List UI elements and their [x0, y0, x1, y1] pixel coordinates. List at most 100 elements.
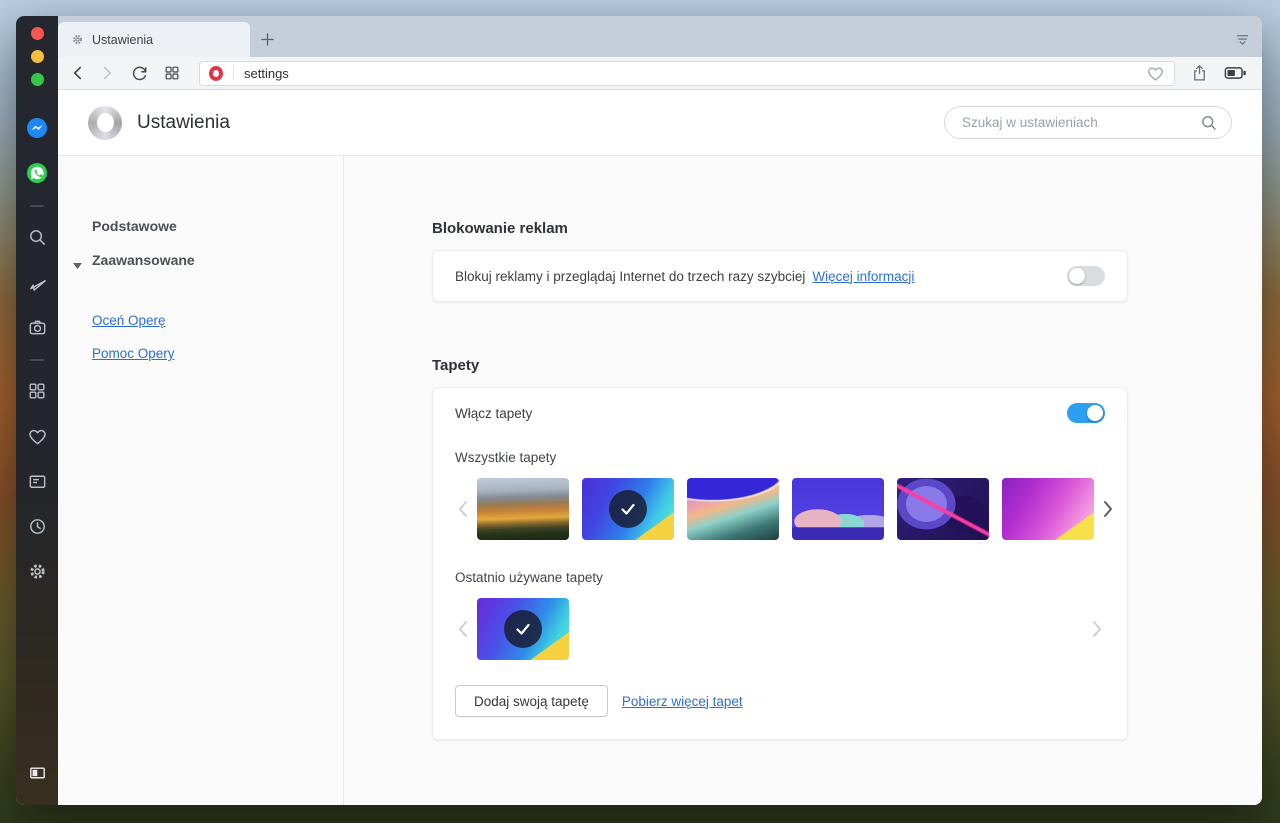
minimize-window-button[interactable] — [31, 50, 44, 63]
navigation-toolbar: settings — [58, 57, 1262, 90]
add-wallpaper-button[interactable]: Dodaj swoją tapetę — [455, 685, 608, 717]
chevron-left-icon — [458, 500, 468, 518]
tab-bar: Ustawienia — [58, 16, 1262, 57]
browser-window: Ustawienia — [16, 16, 1262, 805]
sidebar-setup-icon[interactable] — [26, 761, 48, 783]
toggle-knob — [1087, 405, 1103, 421]
snapshot-camera-icon[interactable] — [26, 316, 48, 338]
sidebar-divider — [30, 205, 44, 207]
heart-bookmark-button[interactable] — [1146, 64, 1165, 83]
toggle-knob — [1069, 268, 1085, 284]
nav-links: Oceń Operę Pomoc Opery — [58, 304, 343, 370]
personal-news-icon[interactable] — [26, 470, 48, 492]
adblock-card: Blokuj reklamy i przeglądaj Internet do … — [432, 250, 1128, 302]
carousel-next-button[interactable] — [1100, 500, 1116, 518]
tab-menu-icon — [1234, 32, 1251, 47]
adblock-heading: Blokowanie reklam — [432, 220, 1262, 237]
wallpaper-thumb-pastel-mountains[interactable] — [792, 478, 884, 540]
wallpaper-thumb-wave[interactable] — [687, 478, 779, 540]
settings-header: Ustawienia — [58, 90, 1262, 156]
recent-thumbnails — [477, 598, 569, 660]
forward-button[interactable] — [100, 63, 115, 83]
adblock-toggle[interactable] — [1067, 266, 1105, 286]
reload-button[interactable] — [130, 64, 149, 83]
chevron-left-icon — [70, 63, 85, 83]
selected-overlay — [582, 478, 674, 540]
share-icon — [1190, 63, 1209, 83]
tab-title: Ustawienia — [92, 33, 153, 47]
wallpaper-thumbnails — [477, 478, 1094, 540]
bookmarks-icon[interactable] — [26, 425, 48, 447]
recent-prev-button[interactable] — [455, 620, 471, 638]
wallpaper-thumb-neon-swoosh[interactable] — [897, 478, 989, 540]
wallpapers-toggle[interactable] — [1067, 403, 1105, 423]
new-tab-button[interactable] — [250, 22, 284, 57]
gear-icon — [27, 561, 48, 582]
thumb-yellow-wedge — [1002, 478, 1094, 540]
url-text[interactable]: settings — [244, 66, 1146, 81]
main-column: Ustawienia — [58, 16, 1262, 805]
selected-overlay — [477, 598, 569, 660]
more-info-link[interactable]: Więcej informacji — [812, 269, 914, 284]
recent-thumb-blue-geometric-selected[interactable] — [477, 598, 569, 660]
search-icon[interactable] — [26, 226, 48, 248]
settings-body: Podstawowe Zaawansowane Oceń Operę Pomoc… — [58, 156, 1262, 805]
check-circle — [504, 610, 542, 648]
speed-dial-icon[interactable] — [26, 380, 48, 402]
speed-dial-toolbar-button[interactable] — [164, 65, 180, 81]
nav-item-podstawowe[interactable]: Podstawowe — [58, 209, 343, 243]
close-window-button[interactable] — [31, 27, 44, 40]
page-title: Ustawienia — [137, 112, 230, 134]
history-icon[interactable] — [26, 515, 48, 537]
carousel-prev-button[interactable] — [455, 500, 471, 518]
paper-plane-icon — [27, 272, 48, 293]
address-bar[interactable]: settings — [199, 61, 1175, 86]
get-more-wallpapers-link[interactable]: Pobierz więcej tapet — [622, 694, 743, 709]
grid-icon — [27, 381, 47, 401]
settings-search-input[interactable] — [962, 115, 1200, 130]
messenger-icon — [26, 117, 48, 139]
tab-ustawienia[interactable]: Ustawienia — [58, 22, 250, 57]
nav-item-zaawansowane[interactable]: Zaawansowane — [58, 243, 343, 277]
search-icon — [1200, 114, 1218, 132]
battery-icon — [1224, 64, 1248, 82]
heart-icon — [1146, 64, 1165, 83]
settings-main: Blokowanie reklam Blokuj reklamy i przeg… — [344, 156, 1262, 805]
wallpaper-thumb-mountains[interactable] — [477, 478, 569, 540]
share-button[interactable] — [1190, 63, 1209, 83]
search-icon — [27, 227, 48, 248]
back-button[interactable] — [70, 63, 85, 83]
battery-saver-button[interactable] — [1224, 64, 1248, 82]
opera-help-link[interactable]: Pomoc Opery — [58, 337, 185, 370]
clock-icon — [27, 516, 48, 537]
settings-gear-icon[interactable] — [26, 560, 48, 582]
heart-icon — [27, 426, 48, 447]
sidebar-panel-icon — [27, 762, 48, 783]
all-wallpapers-carousel — [455, 478, 1105, 540]
settings-search[interactable] — [944, 106, 1232, 139]
wallpaper-thumb-blue-geometric-selected[interactable] — [582, 478, 674, 540]
tab-menu-button[interactable] — [1222, 22, 1262, 57]
check-circle — [609, 490, 647, 528]
messenger-icon[interactable] — [26, 117, 48, 139]
chevron-left-icon — [458, 620, 468, 638]
adblock-row: Blokuj reklamy i przeglądaj Internet do … — [433, 251, 1127, 301]
whatsapp-icon[interactable] — [26, 162, 48, 184]
wallpaper-thumb-pink-polygons[interactable] — [1002, 478, 1094, 540]
my-flow-icon[interactable] — [26, 271, 48, 293]
enable-wallpapers-label: Włącz tapety — [455, 406, 532, 421]
maximize-window-button[interactable] — [31, 73, 44, 86]
opera-sidebar — [16, 16, 58, 805]
opera-badge-icon — [209, 66, 223, 81]
adblock-description: Blokuj reklamy i przeglądaj Internet do … — [455, 269, 805, 284]
address-separator — [233, 65, 234, 81]
rate-opera-link[interactable]: Oceń Operę — [58, 304, 176, 337]
reload-icon — [130, 64, 149, 83]
recent-next-button[interactable] — [1089, 620, 1105, 638]
whatsapp-icon — [26, 162, 48, 184]
wallpapers-heading: Tapety — [432, 357, 1262, 374]
tab-gear-icon — [71, 33, 84, 46]
window-controls — [31, 27, 44, 86]
chevron-right-icon — [100, 63, 115, 83]
settings-page: Ustawienia Podstawowe — [58, 90, 1262, 805]
